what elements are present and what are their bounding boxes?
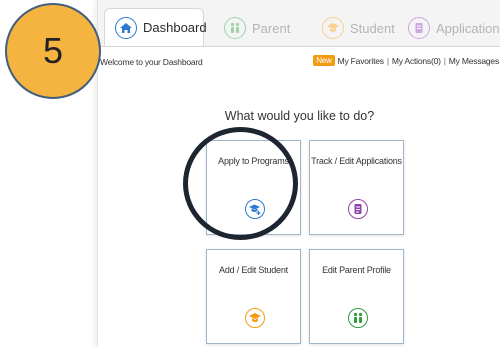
- welcome-text: Welcome to your Dashboard: [100, 57, 203, 67]
- card-label: Track / Edit Applications: [311, 156, 402, 166]
- graduation-cap-icon: [322, 17, 344, 39]
- prompt-heading: What would you like to do?: [224, 109, 375, 123]
- link-separator: |: [386, 55, 389, 66]
- link-separator: |: [443, 55, 446, 66]
- card-label: Apply to Programs: [218, 156, 289, 166]
- add-edit-student-card[interactable]: Add / Edit Student: [206, 249, 301, 344]
- card-label: Edit Parent Profile: [322, 265, 391, 275]
- tab-bar: Dashboard Parent Student Application: [98, 0, 500, 46]
- tab-application-label: Application: [436, 20, 500, 36]
- apply-programs-icon: [245, 199, 265, 219]
- new-badge: New: [313, 55, 335, 66]
- step-number: 5: [42, 30, 64, 71]
- application-document-icon: [348, 199, 368, 219]
- tab-dashboard-label: Dashboard: [143, 20, 207, 35]
- my-favorites-link[interactable]: My Favorites: [338, 56, 384, 66]
- tab-application[interactable]: Application: [398, 10, 500, 46]
- document-icon: [408, 17, 430, 39]
- parent-icon: [224, 17, 246, 39]
- step-number-badge: 5: [5, 3, 101, 99]
- tab-parent[interactable]: Parent: [214, 10, 304, 46]
- my-actions-link[interactable]: My Actions(0): [392, 56, 441, 66]
- dashboard-content: Welcome to your Dashboard New My Favorit…: [98, 46, 500, 348]
- tab-student[interactable]: Student: [312, 10, 407, 46]
- card-label: Add / Edit Student: [219, 265, 288, 275]
- my-messages-link[interactable]: My Messages: [449, 56, 499, 66]
- house-icon: [115, 16, 137, 39]
- tab-student-label: Student: [350, 20, 395, 36]
- dashboard-panel: Dashboard Parent Student Application Wel…: [97, 0, 500, 348]
- top-links: New My Favorites | My Actions(0) | My Me…: [313, 55, 499, 66]
- track-edit-applications-card[interactable]: Track / Edit Applications: [309, 140, 404, 235]
- tab-dashboard[interactable]: Dashboard: [104, 8, 207, 46]
- apply-to-programs-card[interactable]: Apply to Programs: [206, 140, 301, 235]
- tab-parent-label: Parent: [252, 20, 291, 36]
- student-icon: [245, 308, 265, 328]
- edit-parent-profile-card[interactable]: Edit Parent Profile: [309, 249, 404, 344]
- parent-profile-icon: [348, 308, 368, 328]
